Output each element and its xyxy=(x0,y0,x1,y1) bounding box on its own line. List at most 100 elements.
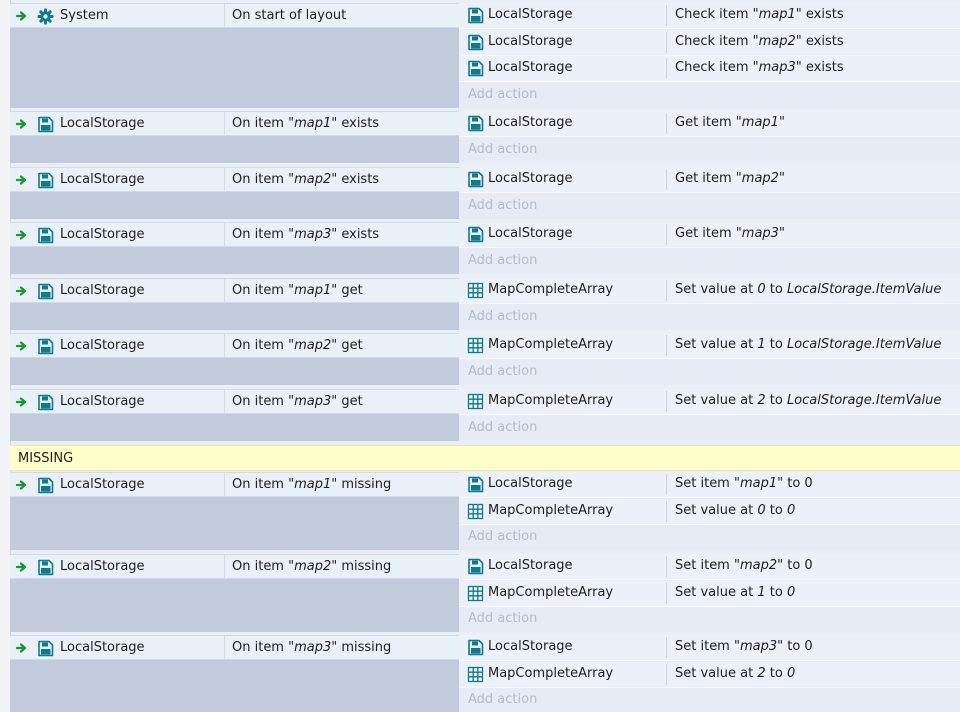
parameter-value: map1 xyxy=(739,476,778,491)
text-part: Set item " xyxy=(675,639,740,654)
parameter-value: map1 xyxy=(758,7,796,22)
event-block-missing-map2[interactable]: LocalStorage On item "map2" missing LocalS… xyxy=(10,554,960,632)
action-row[interactable]: MapCompleteArray Set value at 1 to 0 xyxy=(459,580,960,607)
parameter-value: map1 xyxy=(294,116,332,131)
parameter-value: map3 xyxy=(294,394,332,409)
parameter-value: map2 xyxy=(739,558,778,573)
event-block-start[interactable]: System On start of layout LocalStorage Chec… xyxy=(10,3,960,108)
action-object-name: LocalStorage xyxy=(488,171,573,186)
add-action-link[interactable]: Add action xyxy=(468,253,537,268)
text-part: to xyxy=(765,282,787,297)
action-row[interactable]: LocalStorage Check item "map2" exists xyxy=(459,29,960,56)
action-row[interactable]: LocalStorage Get item "map2" xyxy=(459,167,960,193)
text-part: Set item " xyxy=(675,476,740,491)
condition-row[interactable]: LocalStorage On item "map1" exists xyxy=(10,111,459,136)
green-arrow-icon xyxy=(15,173,28,187)
condition-object-name: System xyxy=(60,8,109,23)
action-object-name: LocalStorage xyxy=(488,33,573,49)
parameter-value: 0 xyxy=(757,502,766,518)
action-text: Set item "map1" to 0 xyxy=(675,476,813,491)
action-row[interactable]: LocalStorage Check item "map1" exists xyxy=(459,3,960,29)
action-row[interactable]: MapCompleteArray Set value at 2 to 0 xyxy=(459,661,960,688)
event-block-exists-map1[interactable]: LocalStorage On item "map1" exists LocalSt… xyxy=(10,111,960,163)
action-divider xyxy=(666,169,667,190)
event-block-exists-map2[interactable]: LocalStorage On item "map2" exists LocalSt… xyxy=(10,167,960,219)
action-row[interactable]: MapCompleteArray Set value at 0 to LocalS… xyxy=(459,278,960,304)
condition-row[interactable]: LocalStorage On item "map1" missing xyxy=(10,472,459,497)
condition-text: On item "map2" get xyxy=(232,338,363,353)
condition-row[interactable]: LocalStorage On item "map2" exists xyxy=(10,167,459,192)
event-block-missing-map1[interactable]: LocalStorage On item "map1" missing LocalS… xyxy=(10,472,960,550)
local-storage-icon xyxy=(467,476,484,493)
condition-text: On item "map3" get xyxy=(232,394,363,409)
action-row[interactable]: MapCompleteArray Set value at 1 to LocalS… xyxy=(459,333,960,359)
event-block-get-map2[interactable]: LocalStorage On item "map2" get MapComplet… xyxy=(10,333,960,385)
add-action-link[interactable]: Add action xyxy=(468,692,537,707)
text-part: " to 0 xyxy=(777,476,813,491)
action-text: Set value at 2 to LocalStorage.ItemValue xyxy=(675,393,941,408)
add-action-link[interactable]: Add action xyxy=(468,309,537,324)
green-arrow-icon xyxy=(15,395,28,409)
text-part: " get xyxy=(331,338,363,353)
add-action-link[interactable]: Add action xyxy=(468,198,537,213)
add-action-link[interactable]: Add action xyxy=(468,611,537,626)
condition-row[interactable]: System On start of layout xyxy=(10,3,459,28)
action-text: Check item "map3" exists xyxy=(675,60,844,75)
text-part: " get xyxy=(331,283,363,298)
condition-text: On item "map3" exists xyxy=(232,227,379,242)
text-part: On item " xyxy=(232,172,295,187)
action-object-name: MapCompleteArray xyxy=(488,337,614,352)
condition-row[interactable]: LocalStorage On item "map3" exists xyxy=(10,222,459,247)
add-action-link[interactable]: Add action xyxy=(468,142,537,157)
action-divider xyxy=(666,5,667,26)
condition-divider xyxy=(224,112,225,136)
condition-row[interactable]: LocalStorage On item "map3" missing xyxy=(10,635,459,660)
action-row[interactable]: LocalStorage Set item "map3" to 0 xyxy=(459,635,960,661)
parameter-value: LocalStorage.ItemValue xyxy=(786,282,942,297)
condition-object-name: LocalStorage xyxy=(60,559,145,574)
action-row[interactable]: LocalStorage Get item "map1" xyxy=(459,111,960,137)
text-part: " to 0 xyxy=(777,558,813,573)
local-storage-icon xyxy=(467,226,484,243)
action-divider xyxy=(666,31,667,53)
event-block-get-map3[interactable]: LocalStorage On item "map3" get MapComplet… xyxy=(10,389,960,441)
condition-object-name: LocalStorage xyxy=(60,640,145,655)
text-part: " exists xyxy=(331,227,380,242)
action-object-name: MapCompleteArray xyxy=(488,502,614,518)
parameter-value: map2 xyxy=(741,171,779,186)
text-part: to xyxy=(765,502,787,518)
text-part: On item " xyxy=(232,116,295,131)
add-action-link[interactable]: Add action xyxy=(468,87,537,102)
action-text: Set value at 1 to 0 xyxy=(675,585,795,600)
add-action-link[interactable]: Add action xyxy=(468,529,537,544)
event-block-exists-map3[interactable]: LocalStorage On item "map3" exists LocalSt… xyxy=(10,222,960,274)
action-row[interactable]: LocalStorage Check item "map3" exists xyxy=(459,56,960,82)
text-part: Get item " xyxy=(675,226,742,241)
action-row[interactable]: MapCompleteArray Set value at 2 to LocalS… xyxy=(459,389,960,415)
add-action-link[interactable]: Add action xyxy=(468,420,537,435)
green-arrow-icon xyxy=(15,560,28,574)
local-storage-icon xyxy=(37,394,54,411)
parameter-value: 0 xyxy=(786,665,796,681)
condition-row[interactable]: LocalStorage On item "map1" get xyxy=(10,278,459,303)
parameter-value: map2 xyxy=(294,172,332,187)
condition-row[interactable]: LocalStorage On item "map2" get xyxy=(10,333,459,358)
add-action-link[interactable]: Add action xyxy=(468,364,537,379)
condition-object-name: LocalStorage xyxy=(60,283,145,298)
action-row[interactable]: LocalStorage Get item "map3" xyxy=(459,222,960,248)
action-row[interactable]: LocalStorage Set item "map1" to 0 xyxy=(459,472,960,498)
text-part: " to 0 xyxy=(777,639,813,654)
action-divider xyxy=(666,474,667,495)
comment-row[interactable]: MISSING xyxy=(10,445,960,471)
condition-row[interactable]: LocalStorage On item "map2" missing xyxy=(10,554,459,579)
action-divider xyxy=(666,582,667,604)
condition-row[interactable]: LocalStorage On item "map3" get xyxy=(10,389,459,414)
event-block-missing-map3[interactable]: LocalStorage On item "map3" missing LocalS… xyxy=(10,635,960,712)
action-row[interactable]: LocalStorage Set item "map2" to 0 xyxy=(459,554,960,580)
local-storage-icon xyxy=(37,559,54,576)
action-row[interactable]: MapCompleteArray Set value at 0 to 0 xyxy=(459,498,960,525)
event-block-get-map1[interactable]: LocalStorage On item "map1" get MapComplet… xyxy=(10,278,960,330)
local-storage-icon xyxy=(467,639,484,656)
action-divider xyxy=(666,500,667,522)
text-part: to xyxy=(765,393,787,408)
